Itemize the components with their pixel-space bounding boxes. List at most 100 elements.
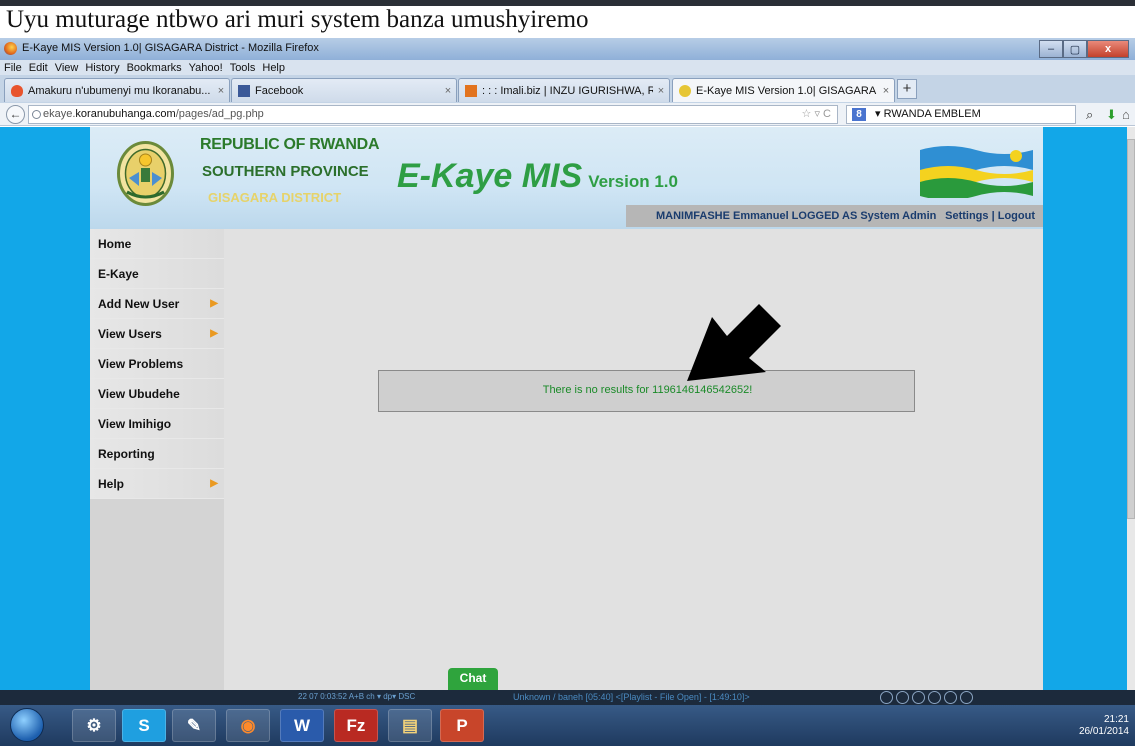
taskbar-app-icon[interactable]: ⚙: [72, 709, 116, 742]
system-tray-clock[interactable]: 21:21 26/01/2014: [1079, 714, 1129, 738]
powerpoint-icon[interactable]: P: [440, 709, 484, 742]
vertical-scrollbar[interactable]: [1127, 127, 1135, 690]
sidebar-item-view-users[interactable]: View Users ▶: [90, 319, 224, 349]
tab-close-icon[interactable]: ×: [213, 85, 229, 97]
globe-icon: [32, 110, 41, 119]
menu-history[interactable]: History: [85, 62, 119, 74]
brand-version: Version 1.0: [588, 172, 678, 191]
filezilla-icon[interactable]: Fz: [334, 709, 378, 742]
player-controls: [880, 691, 976, 704]
tab-close-icon[interactable]: ×: [878, 85, 894, 97]
tab-close-icon[interactable]: ×: [653, 85, 669, 97]
previous-icon[interactable]: [880, 691, 893, 704]
imali-icon: [465, 84, 477, 97]
clock-date: 26/01/2014: [1078, 726, 1129, 737]
menu-help[interactable]: Help: [262, 62, 285, 74]
close-button[interactable]: x: [1087, 40, 1129, 58]
next-icon[interactable]: [944, 691, 957, 704]
tab-strip: Amakuru n'ubumenyi mu Ikoranabu... × Fac…: [0, 75, 1135, 103]
sidebar-item-reporting[interactable]: Reporting: [90, 439, 224, 469]
scrollbar-thumb[interactable]: [1127, 139, 1135, 519]
tab-label: : : : Imali.biz | INZU IGURISHWA, RWF ..…: [482, 84, 653, 97]
sidebar-item-label: View Users: [98, 327, 162, 341]
header-province: SOUTHERN PROVINCE: [202, 163, 369, 180]
menu-edit[interactable]: Edit: [29, 62, 48, 74]
menu-bar: File Edit View History Bookmarks Yahoo! …: [0, 60, 1135, 75]
tab-close-icon[interactable]: ×: [440, 85, 456, 97]
facebook-icon: [238, 84, 250, 97]
firefox-icon: [4, 42, 17, 55]
page-container: REPUBLIC OF RWANDA SOUTHERN PROVINCE GIS…: [90, 127, 1043, 690]
results-message-box: There is no results for 1196146146542652…: [378, 370, 915, 412]
file-explorer-icon[interactable]: ▤: [388, 709, 432, 742]
url-domain: koranubuhanga.com: [75, 108, 176, 120]
home-icon[interactable]: ⌂: [1122, 107, 1130, 122]
back-button[interactable]: ←: [6, 105, 25, 124]
window-title: E-Kaye MIS Version 1.0| GISAGARA Distric…: [22, 42, 319, 54]
submenu-arrow-icon: ▶: [210, 298, 218, 309]
site-header: REPUBLIC OF RWANDA SOUTHERN PROVINCE GIS…: [90, 127, 1043, 229]
rwanda-emblem-icon: [679, 84, 691, 97]
rwanda-flag-icon: [920, 146, 1033, 198]
window-controls: – ▢ x: [1039, 40, 1129, 58]
chat-button[interactable]: Chat: [448, 668, 498, 690]
sidebar-item-home[interactable]: Home: [90, 229, 224, 259]
media-player-bar: 22 07 0:03:52 A+B ch ▾ dp▾ DSC Unknown /…: [0, 690, 1135, 705]
search-input[interactable]: 8 ▾ RWANDA EMBLEM: [846, 105, 1076, 124]
sidebar-item-add-new-user[interactable]: Add New User ▶: [90, 289, 224, 319]
clock-time: 21:21: [1103, 714, 1129, 725]
url-bar[interactable]: ekaye.koranubuhanga.com/pages/ad_pg.php …: [28, 105, 838, 124]
word-icon[interactable]: W: [280, 709, 324, 742]
tab-label: Amakuru n'ubumenyi mu Ikoranabu...: [28, 84, 211, 97]
player-status: Unknown / baneh [05:40] <[Playlist - Fil…: [513, 692, 750, 702]
tab-imali[interactable]: : : : Imali.biz | INZU IGURISHWA, RWF ..…: [458, 78, 670, 102]
search-icon[interactable]: ⌕: [1086, 107, 1093, 123]
sidebar-item-ekaye[interactable]: E-Kaye: [90, 259, 224, 289]
menu-bookmarks[interactable]: Bookmarks: [127, 62, 182, 74]
tab-amakuru[interactable]: Amakuru n'ubumenyi mu Ikoranabu... ×: [4, 78, 230, 102]
skype-icon[interactable]: S: [122, 709, 166, 742]
sidebar-item-label: Help: [98, 477, 125, 491]
sidebar-item-view-ubudehe[interactable]: View Ubudehe: [90, 379, 224, 409]
user-status-bar: MANIMFASHE Emmanuel LOGGED AS System Adm…: [626, 205, 1043, 227]
tab-label: Facebook: [255, 84, 304, 97]
menu-tools[interactable]: Tools: [230, 62, 256, 74]
download-icon[interactable]: ⬇: [1106, 107, 1117, 123]
tab-ekaye[interactable]: E-Kaye MIS Version 1.0| GISAGARA Di... ×: [672, 78, 895, 102]
settings-link[interactable]: Settings: [945, 210, 988, 222]
sidebar-item-label: View Problems: [98, 357, 184, 371]
sidebar-item-help[interactable]: Help ▶: [90, 469, 224, 499]
link-separator: |: [991, 210, 995, 222]
minimize-button[interactable]: –: [1039, 40, 1063, 58]
sidebar-item-label: Reporting: [98, 447, 155, 461]
tab-facebook[interactable]: Facebook ×: [231, 78, 457, 102]
player-time: 22 07 0:03:52 A+B ch ▾ dp▾ DSC: [298, 692, 416, 701]
annotation-arrow-icon: [687, 304, 781, 381]
pause-icon[interactable]: [912, 691, 925, 704]
sidebar-item-view-imihigo[interactable]: View Imihigo: [90, 409, 224, 439]
firefox-taskbar-icon[interactable]: ◉: [226, 709, 270, 742]
url-action-icons[interactable]: ☆ ▿ C: [802, 106, 831, 123]
window-titlebar: E-Kaye MIS Version 1.0| GISAGARA Distric…: [0, 38, 1135, 60]
caption-area: Uyu muturage ntbwo ari muri system banza…: [0, 0, 1135, 38]
logout-link[interactable]: Logout: [998, 210, 1035, 222]
sidebar-menu: Home E-Kaye Add New User ▶ View Users ▶ Vi…: [90, 229, 224, 690]
sidebar-item-label: View Ubudehe: [98, 387, 180, 401]
menu-view[interactable]: View: [55, 62, 79, 74]
google-icon: 8: [852, 108, 866, 121]
start-button[interactable]: [10, 708, 44, 742]
rewind-icon[interactable]: [896, 691, 909, 704]
menu-yahoo[interactable]: Yahoo!: [189, 62, 223, 74]
sidebar-item-label: Home: [98, 237, 132, 251]
caption-text: Uyu muturage ntbwo ari muri system banza…: [6, 6, 589, 33]
forward-icon[interactable]: [928, 691, 941, 704]
paint-icon[interactable]: ✎: [172, 709, 216, 742]
sidebar-item-view-problems[interactable]: View Problems: [90, 349, 224, 379]
page-viewport: REPUBLIC OF RWANDA SOUTHERN PROVINCE GIS…: [0, 127, 1135, 690]
header-country: REPUBLIC OF RWANDA: [200, 136, 380, 153]
menu-file[interactable]: File: [4, 62, 22, 74]
submenu-arrow-icon: ▶: [210, 478, 218, 489]
new-tab-button[interactable]: +: [897, 79, 917, 99]
stop-icon[interactable]: [960, 691, 973, 704]
maximize-button[interactable]: ▢: [1063, 40, 1087, 58]
